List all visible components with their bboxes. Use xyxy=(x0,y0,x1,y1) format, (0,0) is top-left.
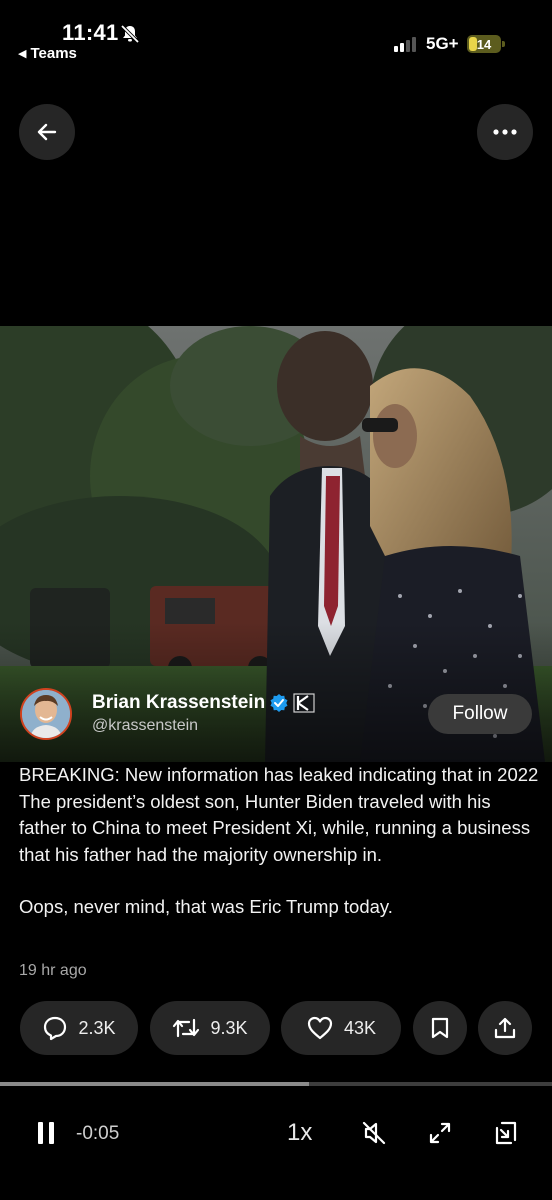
bookmark-icon xyxy=(431,1017,449,1039)
playback-speed-button[interactable]: 1x xyxy=(287,1119,312,1147)
status-time: 11:41 xyxy=(62,20,119,45)
more-options-button[interactable] xyxy=(477,104,533,160)
retweet-button[interactable]: 9.3K xyxy=(150,1001,270,1055)
affiliate-k-logo xyxy=(293,693,315,713)
bookmark-button[interactable] xyxy=(413,1001,467,1055)
avatar-photo xyxy=(22,690,70,738)
expand-icon[interactable] xyxy=(428,1121,452,1145)
like-button[interactable]: 43K xyxy=(281,1001,401,1055)
author-handle[interactable]: @krassenstein xyxy=(92,717,198,735)
more-options-icon xyxy=(493,129,517,135)
picture-in-picture-icon[interactable] xyxy=(494,1120,520,1146)
reply-icon xyxy=(44,1016,67,1041)
back-button[interactable] xyxy=(19,104,75,160)
battery-icon: 14 xyxy=(467,35,501,53)
like-count: 43K xyxy=(343,1017,377,1038)
share-icon xyxy=(494,1017,516,1039)
reply-count: 2.3K xyxy=(78,1017,116,1038)
back-arrow-icon xyxy=(37,123,57,141)
time-remaining: -0:05 xyxy=(76,1123,120,1144)
reply-button[interactable]: 2.3K xyxy=(20,1001,138,1055)
author-name-row[interactable]: Brian Krassenstein xyxy=(92,692,315,714)
video-progress-fill xyxy=(0,1082,310,1086)
tweet-paragraph: BREAKING: New information has leaked ind… xyxy=(19,764,539,865)
avatar[interactable] xyxy=(20,688,72,740)
back-triangle-icon: ◀ xyxy=(18,48,27,60)
share-button[interactable] xyxy=(478,1001,532,1055)
pause-icon[interactable] xyxy=(36,1121,56,1145)
author-name: Brian Krassenstein xyxy=(92,692,266,713)
tweet-paragraph: Oops, never mind, that was Eric Trump to… xyxy=(19,896,393,917)
network-type: 5G+ xyxy=(426,34,459,53)
bell-off-icon xyxy=(120,24,140,44)
status-back-label: Teams xyxy=(30,45,77,62)
cellular-signal-icon xyxy=(394,37,416,52)
retweet-icon xyxy=(173,1018,200,1038)
heart-icon xyxy=(307,1016,333,1040)
battery-tip xyxy=(502,41,505,47)
follow-button[interactable]: Follow xyxy=(428,694,532,734)
muted-speaker-icon[interactable] xyxy=(360,1119,388,1147)
verified-badge-icon xyxy=(270,694,288,712)
tweet-timestamp: 19 hr ago xyxy=(19,962,87,979)
tweet-text: BREAKING: New information has leaked ind… xyxy=(19,762,539,947)
battery-level: 14 xyxy=(476,36,492,52)
video-progress-bar[interactable] xyxy=(0,1082,552,1086)
retweet-count: 9.3K xyxy=(210,1017,248,1038)
status-back-to-app[interactable]: ◀ Teams xyxy=(18,45,77,62)
